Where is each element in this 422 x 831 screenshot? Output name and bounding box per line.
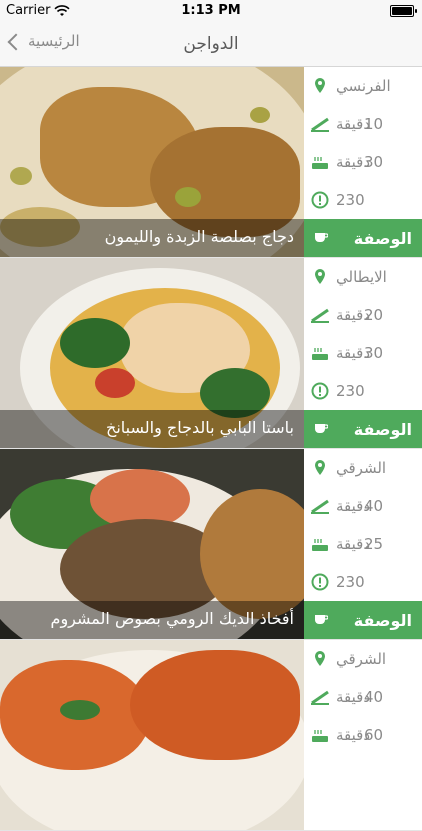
cook-time-row: 60 دقيقة [304, 716, 422, 754]
recipe-title: دجاج بصلصة الزبدة والليمون [0, 219, 304, 257]
recipe-button-label: الوصفة [353, 228, 412, 248]
cuisine-row: الشرقي [304, 640, 422, 678]
cup-icon [315, 424, 328, 433]
battery-icon [390, 5, 417, 17]
recipe-card[interactable]: دجاج بصلصة الزبدة والليمون الفرنسي 10 دق… [0, 67, 422, 258]
recipe-button[interactable]: الوصفة [304, 219, 422, 257]
recipe-card[interactable]: أفخاذ الديك الرومي بصوص المشروم الشرقي 4… [0, 449, 422, 640]
recipe-info: الفرنسي 10 دقيقة 30 دقيقة 230 الوصفة [304, 67, 422, 257]
cook-time-unit: دقيقة [336, 153, 371, 171]
cuisine-label: الايطالي [336, 268, 387, 286]
prep-time-row: 10 دقيقة [304, 105, 422, 143]
calories-value: 230 [336, 382, 365, 400]
calories-value: 230 [336, 573, 365, 591]
calories-value: 230 [336, 191, 365, 209]
location-pin-icon [315, 651, 325, 666]
pot-icon [312, 157, 328, 169]
recipe-card[interactable]: الشرقي 40 دقيقة 60 دقيقة [0, 640, 422, 831]
pot-icon [312, 348, 328, 360]
prep-time-unit: دقيقة [336, 688, 371, 706]
prep-time-row: 20 دقيقة [304, 296, 422, 334]
recipe-info: الشرقي 40 دقيقة 60 دقيقة [304, 640, 422, 830]
recipe-title: أفخاذ الديك الرومي بصوص المشروم [0, 601, 304, 639]
cook-time-unit: دقيقة [336, 535, 371, 553]
cup-icon [315, 615, 328, 624]
recipe-photo: أفخاذ الديك الرومي بصوص المشروم [0, 449, 304, 639]
recipe-photo [0, 640, 304, 830]
calories-row: 230 [304, 563, 422, 601]
prep-time-unit: دقيقة [336, 115, 371, 133]
location-pin-icon [315, 460, 325, 475]
alert-circle-icon [311, 191, 329, 209]
cup-icon [315, 233, 328, 242]
knife-board-icon [311, 308, 329, 323]
pot-icon [312, 730, 328, 742]
cuisine-row: الفرنسي [304, 67, 422, 105]
recipe-button-label: الوصفة [353, 610, 412, 630]
cuisine-row: الشرقي [304, 449, 422, 487]
recipe-list[interactable]: دجاج بصلصة الزبدة والليمون الفرنسي 10 دق… [0, 67, 422, 831]
page-title: الدواجن [183, 34, 239, 54]
alert-circle-icon [311, 382, 329, 400]
recipe-button[interactable]: الوصفة [304, 601, 422, 639]
recipe-info: الايطالي 20 دقيقة 30 دقيقة 230 الوصفة [304, 258, 422, 448]
recipe-info: الشرقي 40 دقيقة 25 دقيقة 230 الوصفة [304, 449, 422, 639]
prep-time-row: 40 دقيقة [304, 678, 422, 716]
location-pin-icon [315, 78, 325, 93]
recipe-button-label: الوصفة [353, 419, 412, 439]
alert-circle-icon [311, 573, 329, 591]
prep-time-row: 40 دقيقة [304, 487, 422, 525]
cook-time-row: 30 دقيقة [304, 334, 422, 372]
cuisine-label: الشرقي [336, 650, 387, 668]
recipe-photo: دجاج بصلصة الزبدة والليمون [0, 67, 304, 257]
prep-time-unit: دقيقة [336, 306, 371, 324]
knife-board-icon [311, 690, 329, 705]
cuisine-label: الفرنسي [336, 77, 391, 95]
recipe-card[interactable]: باستا البابي بالدجاج والسبانخ الايطالي 2… [0, 258, 422, 449]
recipe-title: باستا البابي بالدجاج والسبانخ [0, 410, 304, 448]
recipe-photo: باستا البابي بالدجاج والسبانخ [0, 258, 304, 448]
status-bar: Carrier 1:13 PM [0, 0, 422, 22]
cook-time-row: 25 دقيقة [304, 525, 422, 563]
recipe-button[interactable]: الوصفة [304, 410, 422, 448]
cuisine-row: الايطالي [304, 258, 422, 296]
cook-time-unit: دقيقة [336, 726, 371, 744]
cook-time-row: 30 دقيقة [304, 143, 422, 181]
calories-row: 230 [304, 372, 422, 410]
location-pin-icon [315, 269, 325, 284]
cuisine-label: الشرقي [336, 459, 387, 477]
navigation-bar: الرئيسية الدواجن [0, 22, 422, 67]
clock: 1:13 PM [181, 3, 241, 18]
prep-time-unit: دقيقة [336, 497, 371, 515]
knife-board-icon [311, 499, 329, 514]
pot-icon [312, 539, 328, 551]
cook-time-unit: دقيقة [336, 344, 371, 362]
calories-row: 230 [304, 181, 422, 219]
knife-board-icon [311, 117, 329, 132]
